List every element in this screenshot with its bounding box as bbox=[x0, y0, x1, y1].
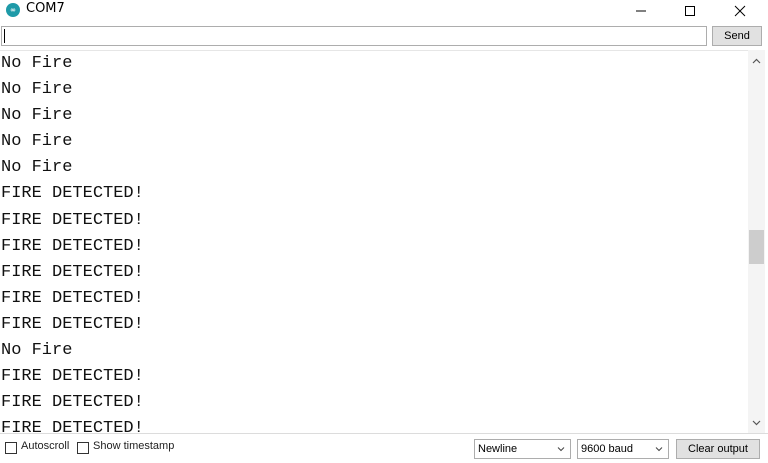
serial-output[interactable]: No Fire No Fire No Fire No Fire No Fire … bbox=[0, 50, 748, 434]
clear-output-button[interactable]: Clear output bbox=[676, 439, 760, 459]
chevron-down-icon bbox=[655, 447, 663, 452]
send-row: Send bbox=[0, 22, 768, 50]
text-caret bbox=[4, 29, 5, 43]
timestamp-checkbox[interactable] bbox=[77, 442, 89, 454]
close-icon bbox=[734, 5, 746, 17]
scroll-down-button[interactable] bbox=[748, 414, 765, 431]
send-button[interactable]: Send bbox=[712, 26, 762, 46]
output-line: FIRE DETECTED! bbox=[1, 184, 144, 204]
scroll-up-button[interactable] bbox=[748, 52, 765, 69]
minimize-button[interactable] bbox=[618, 0, 664, 22]
title-bar: ∞ COM7 bbox=[0, 0, 768, 22]
window-title: COM7 bbox=[26, 1, 65, 16]
bottom-bar: Autoscroll Show timestamp Newline 9600 b… bbox=[0, 433, 768, 463]
autoscroll-checkbox[interactable] bbox=[5, 442, 17, 454]
minimize-icon bbox=[636, 10, 646, 12]
output-line: No Fire bbox=[1, 132, 73, 152]
arduino-icon-glyph: ∞ bbox=[10, 5, 16, 14]
output-line: No Fire bbox=[1, 106, 73, 126]
output-line: No Fire bbox=[1, 158, 73, 178]
serial-input[interactable] bbox=[1, 26, 707, 46]
line-ending-select[interactable]: Newline bbox=[474, 439, 571, 459]
chevron-down-icon bbox=[752, 420, 761, 425]
output-line: No Fire bbox=[1, 341, 73, 361]
chevron-down-icon bbox=[557, 447, 565, 452]
output-line: FIRE DETECTED! bbox=[1, 262, 144, 282]
chevron-up-icon bbox=[752, 58, 761, 63]
maximize-button[interactable] bbox=[667, 0, 713, 22]
maximize-icon bbox=[685, 6, 695, 16]
baud-rate-value: 9600 baud bbox=[581, 443, 633, 455]
output-line: FIRE DETECTED! bbox=[1, 288, 144, 308]
scroll-thumb[interactable] bbox=[749, 230, 764, 264]
output-line: FIRE DETECTED! bbox=[1, 367, 144, 387]
output-line: No Fire bbox=[1, 54, 73, 73]
output-line: FIRE DETECTED! bbox=[1, 210, 144, 230]
output-line: No Fire bbox=[1, 80, 73, 100]
timestamp-label: Show timestamp bbox=[93, 440, 175, 452]
close-button[interactable] bbox=[717, 0, 763, 22]
output-line: FIRE DETECTED! bbox=[1, 236, 144, 256]
output-line: FIRE DETECTED! bbox=[1, 314, 144, 334]
autoscroll-label: Autoscroll bbox=[21, 440, 70, 452]
output-line: FIRE DETECTED! bbox=[1, 419, 144, 434]
baud-rate-select[interactable]: 9600 baud bbox=[577, 439, 669, 459]
line-ending-value: Newline bbox=[478, 443, 518, 455]
vertical-scrollbar[interactable] bbox=[748, 50, 765, 433]
output-line: FIRE DETECTED! bbox=[1, 393, 144, 413]
arduino-icon: ∞ bbox=[6, 3, 20, 17]
